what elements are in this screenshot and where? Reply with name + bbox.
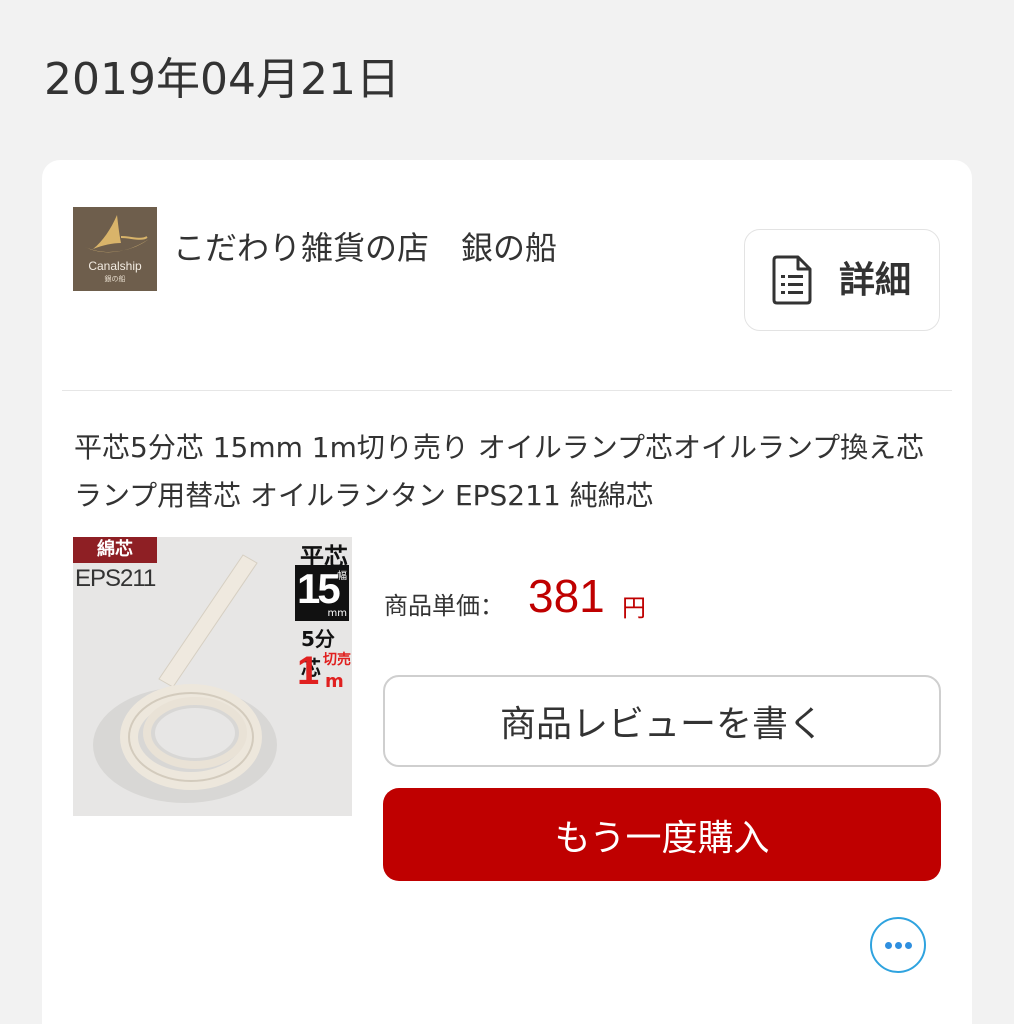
badge-code: EPS211 [75, 565, 156, 592]
badge-material: 綿芯 [73, 537, 157, 563]
write-review-button[interactable]: 商品レビューを書く [383, 675, 941, 767]
badge-width-box: 15 幅 mm [295, 565, 349, 621]
more-options-button[interactable] [870, 917, 926, 973]
logo-text: Canalship [88, 259, 142, 273]
shop-name[interactable]: こだわり雑貨の店 銀の船 [173, 226, 557, 270]
badge-length: 1 [297, 649, 320, 693]
price-label: 商品単価： [384, 592, 504, 620]
price-unit: 円 [622, 594, 646, 622]
more-horizontal-icon-dot [895, 942, 902, 949]
more-horizontal-icon-dot [905, 942, 912, 949]
logo-subtext: 銀の船 [104, 276, 126, 283]
buy-again-button[interactable]: もう一度購入 [383, 788, 941, 881]
badge-width-label: 幅 [337, 571, 347, 582]
shop-logo[interactable]: Canalship 銀の船 [73, 207, 157, 291]
more-horizontal-icon [885, 942, 892, 949]
order-card: Canalship 銀の船 こだわり雑貨の店 銀の船 詳細 平芯5分芯 15mm… [42, 160, 972, 1024]
details-label: 詳細 [839, 260, 912, 301]
badge-width-unit: mm [327, 608, 347, 619]
badge-cut: 切売 [323, 652, 351, 668]
document-icon [770, 254, 814, 310]
badge-width: 15 [297, 565, 341, 612]
price-value: 381 [528, 570, 605, 622]
product-title[interactable]: 平芯5分芯 15mm 1m切り売り オイルランプ芯オイルランプ換え芯ランプ用替芯… [74, 424, 934, 520]
divider [62, 390, 952, 391]
details-button[interactable]: 詳細 [744, 229, 940, 331]
order-date: 2019年04月21日 [44, 54, 400, 105]
badge-length-unit: m [325, 671, 344, 692]
product-image[interactable]: 綿芯 EPS211 平芯 15 幅 mm 5分芯 1 切売 m [73, 537, 352, 816]
